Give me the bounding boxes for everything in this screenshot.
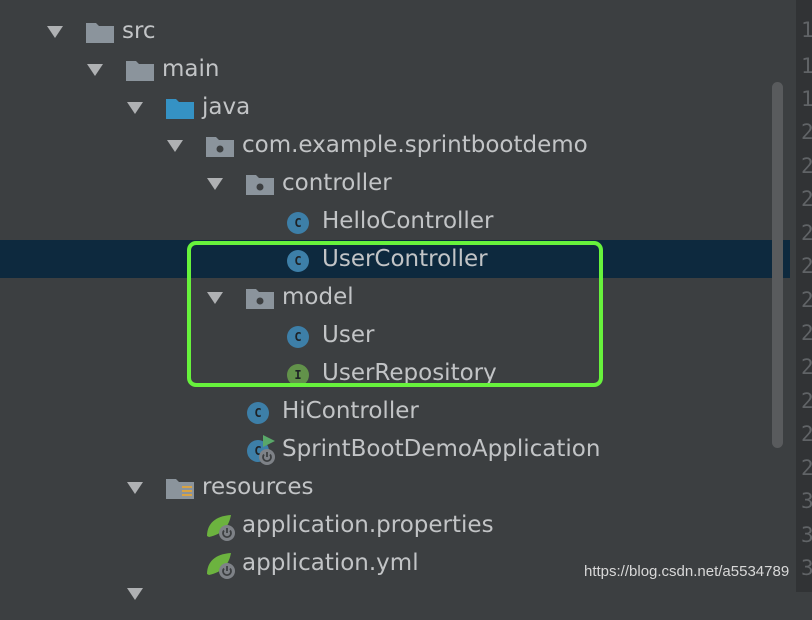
package-icon — [206, 137, 234, 157]
spring-config-icon — [207, 553, 235, 579]
highlight-box — [187, 241, 603, 387]
tree-item-label: application.properties — [242, 512, 494, 538]
line-number: 2 — [801, 187, 812, 211]
line-number: 1 — [801, 54, 812, 78]
tree-item-label: resources — [202, 474, 314, 500]
line-number: 3 — [801, 556, 812, 580]
line-number: 3 — [801, 489, 812, 513]
expand-arrow-icon[interactable] — [127, 102, 143, 114]
expand-arrow-icon[interactable] — [47, 26, 63, 38]
tree-item-label: controller — [282, 170, 392, 196]
spring-config-icon — [207, 515, 235, 541]
folder-icon — [126, 61, 154, 81]
tree-item-controller[interactable]: controller — [0, 164, 790, 202]
tree-item-hi-controller[interactable]: C HiController — [0, 392, 790, 430]
expand-arrow-icon[interactable] — [127, 482, 143, 494]
expand-arrow-icon[interactable] — [87, 64, 103, 76]
tree-item-java[interactable]: java — [0, 88, 790, 126]
expand-arrow-icon[interactable] — [207, 178, 223, 190]
tree-item-label: java — [202, 94, 251, 120]
vertical-scrollbar[interactable] — [772, 82, 783, 448]
line-number: 2 — [801, 389, 812, 413]
package-icon — [246, 175, 274, 195]
tree-item-label: HiController — [282, 398, 419, 424]
line-number: 2 — [801, 221, 812, 245]
line-number: 1 — [801, 87, 812, 111]
line-number: 1 — [801, 18, 812, 42]
tree-item-label: com.example.sprintbootdemo — [242, 132, 588, 158]
resources-folder-icon — [166, 479, 194, 499]
tree-item-hello-controller[interactable]: C HelloController — [0, 202, 790, 240]
tree-item-application-class[interactable]: C SprintBootDemoApplication — [0, 430, 790, 468]
tree-item-label: HelloController — [322, 208, 494, 234]
expand-arrow-icon[interactable] — [127, 588, 143, 600]
watermark-url: https://blog.csdn.net/a5534789 — [584, 563, 790, 580]
run-arrow-icon — [263, 435, 275, 447]
class-icon: C — [247, 402, 269, 424]
class-icon: C — [287, 212, 309, 234]
line-number: 2 — [801, 254, 812, 278]
tree-item-main[interactable]: main — [0, 50, 790, 88]
tree-item-label: src — [122, 18, 156, 44]
power-icon — [259, 449, 275, 465]
line-number: 2 — [801, 321, 812, 345]
line-number: 2 — [801, 120, 812, 144]
tree-item-package[interactable]: com.example.sprintbootdemo — [0, 126, 790, 164]
line-number: 2 — [801, 154, 812, 178]
line-number: 2 — [801, 456, 812, 480]
tree-item-application-properties[interactable]: application.properties — [0, 506, 790, 544]
line-number: 2 — [801, 288, 812, 312]
tree-item-resources[interactable]: resources — [0, 468, 790, 506]
tree-item-label: main — [162, 56, 220, 82]
folder-icon — [86, 23, 114, 43]
tree-item-label: application.yml — [242, 550, 419, 576]
line-number-gutter: 1 1 1 2 2 2 2 2 2 2 2 2 2 2 3 3 3 — [796, 0, 812, 592]
line-number: 2 — [801, 422, 812, 446]
line-number: 3 — [801, 523, 812, 547]
line-number: 2 — [801, 355, 812, 379]
tree-item-label: SprintBootDemoApplication — [282, 436, 601, 462]
tree-item-src[interactable]: src — [0, 12, 790, 50]
expand-arrow-icon[interactable] — [167, 140, 183, 152]
tree-item-partial[interactable] — [0, 582, 790, 620]
source-folder-icon — [166, 99, 194, 119]
